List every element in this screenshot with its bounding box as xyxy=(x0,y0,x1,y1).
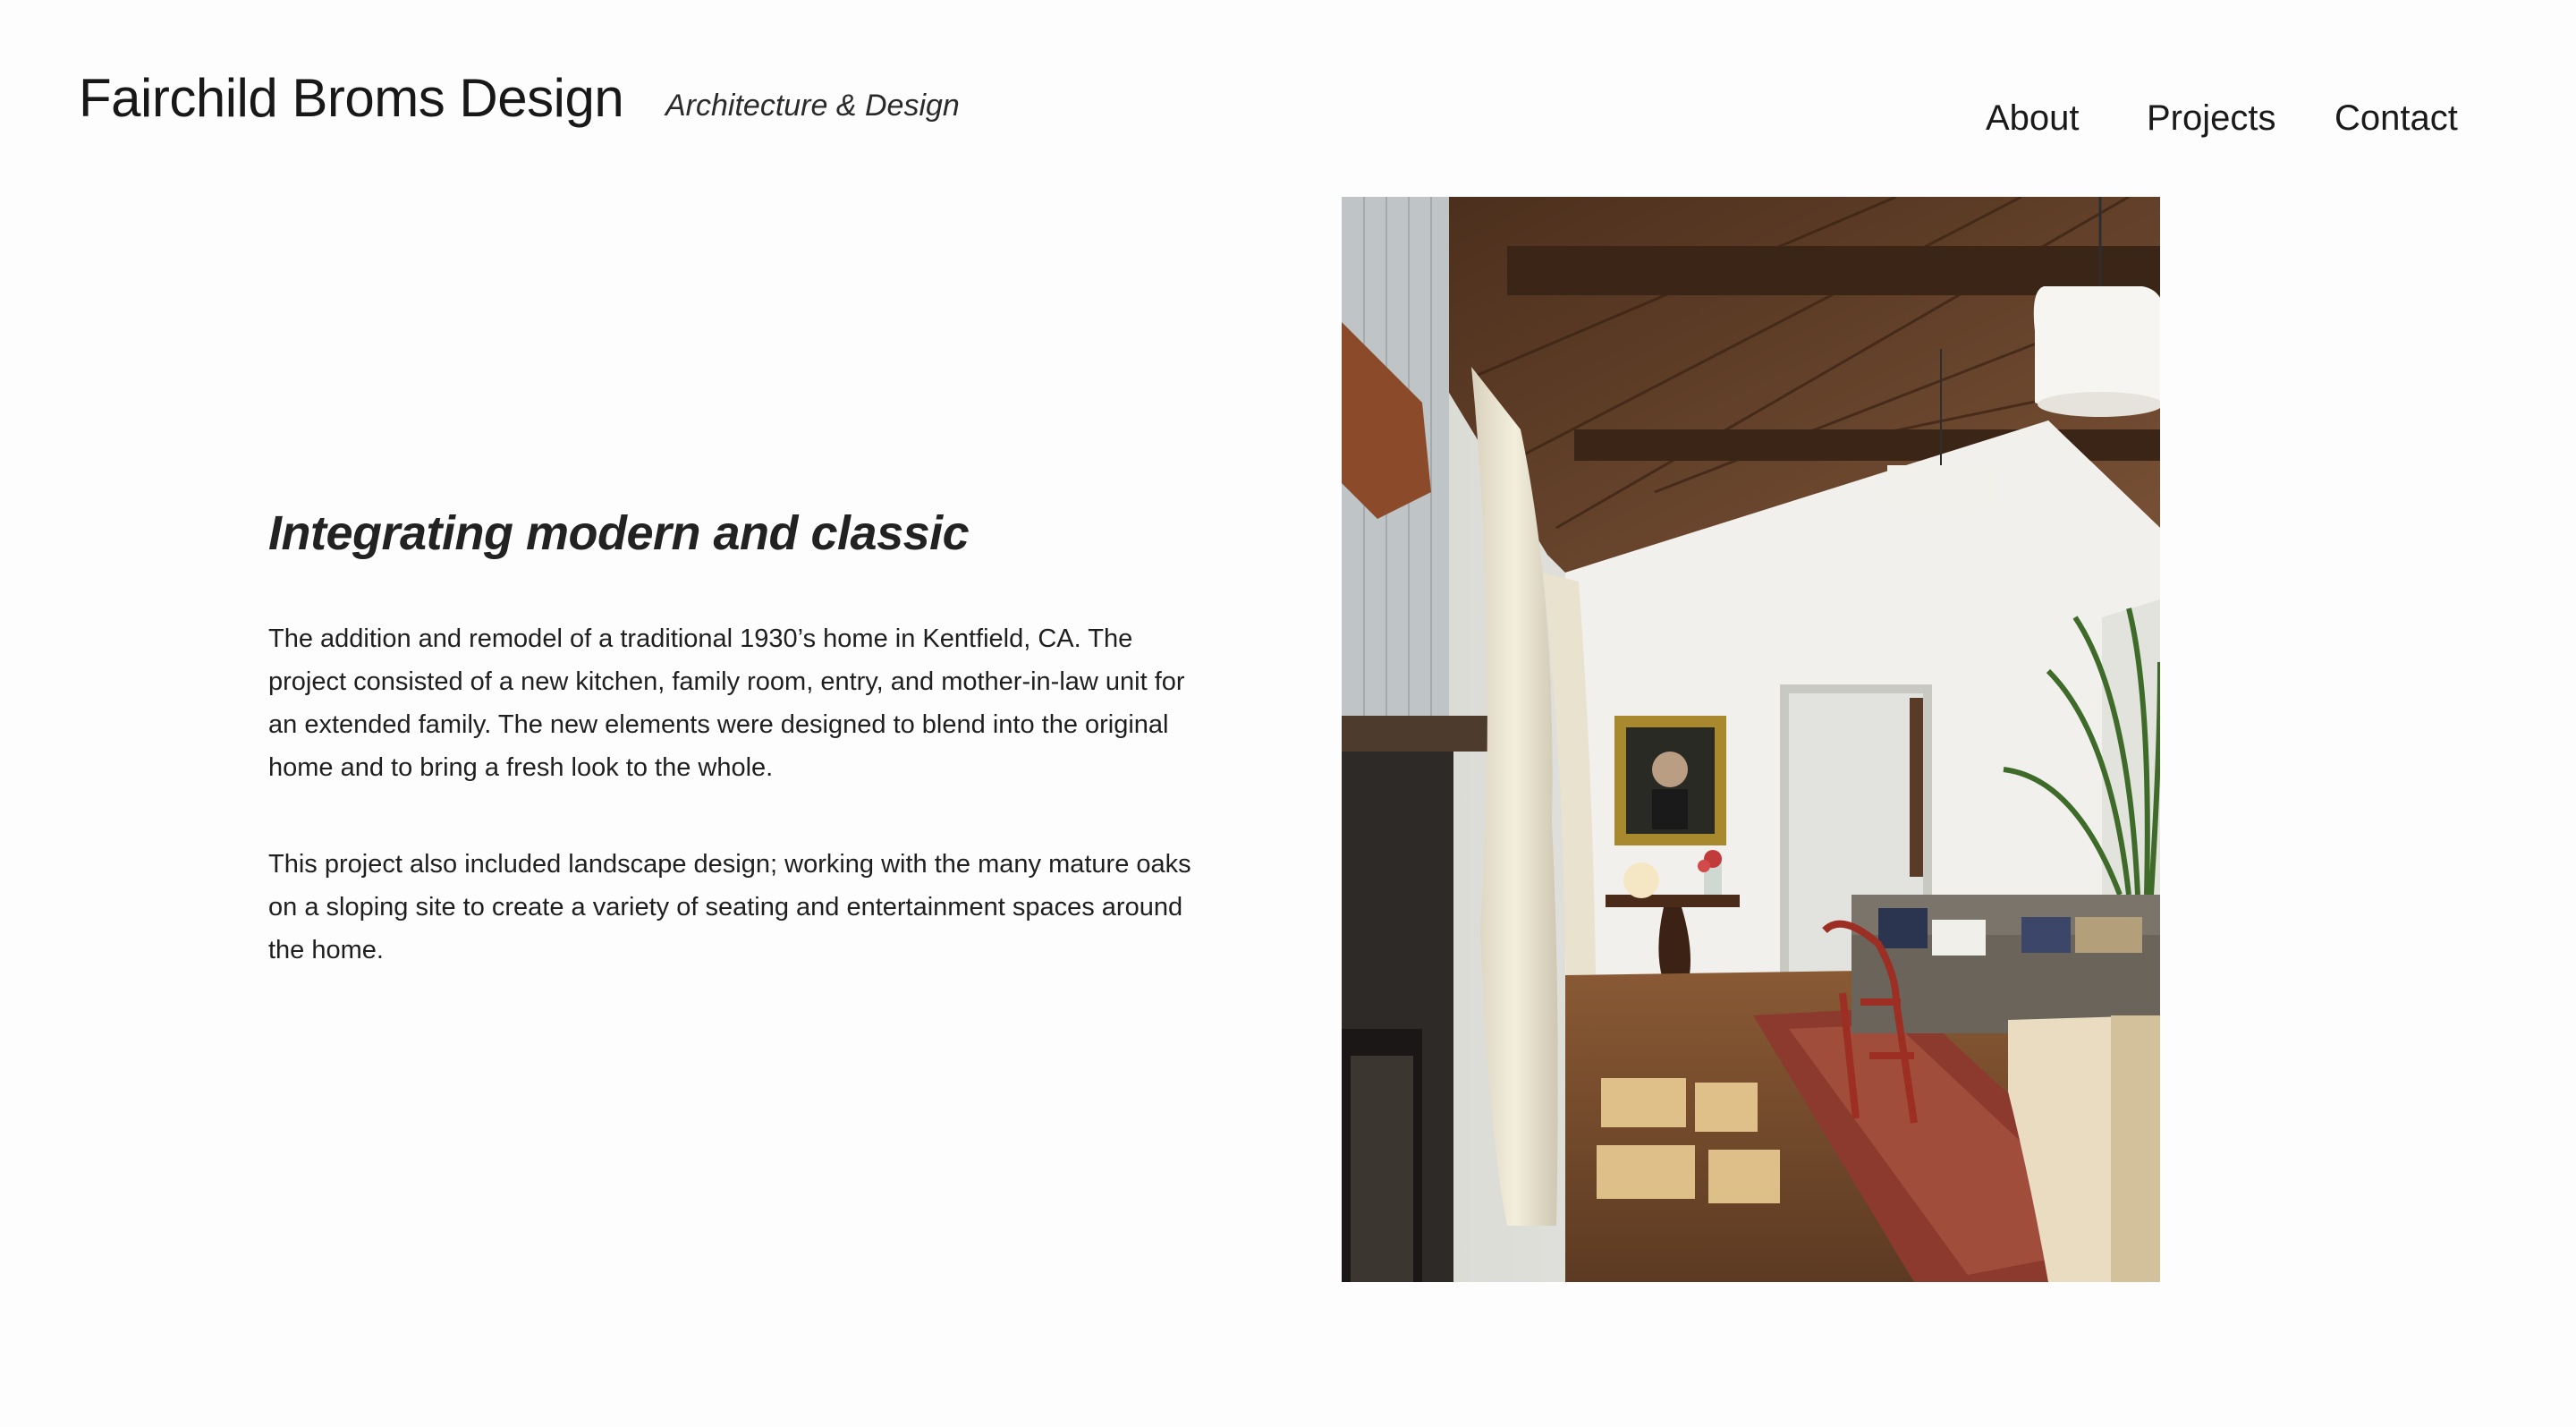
site-tagline: Architecture & Design xyxy=(665,89,960,123)
project-landscape-paragraph: This project also included landscape des… xyxy=(268,850,1191,964)
nav-link-projects[interactable]: Projects xyxy=(2147,91,2276,145)
project-heading: Integrating modern and classic xyxy=(268,506,970,560)
nav-link-contact[interactable]: Contact xyxy=(2334,91,2458,145)
page: Fairchild Broms Design Architecture & De… xyxy=(0,0,2576,1427)
project-photo xyxy=(1342,197,2160,1282)
site-title[interactable]: Fairchild Broms Design xyxy=(79,63,624,134)
nav-link-about[interactable]: About xyxy=(1986,91,2080,145)
project-description-paragraph: The addition and remodel of a traditiona… xyxy=(268,624,1185,782)
main-nav: About Projects Contact xyxy=(1968,91,2469,145)
